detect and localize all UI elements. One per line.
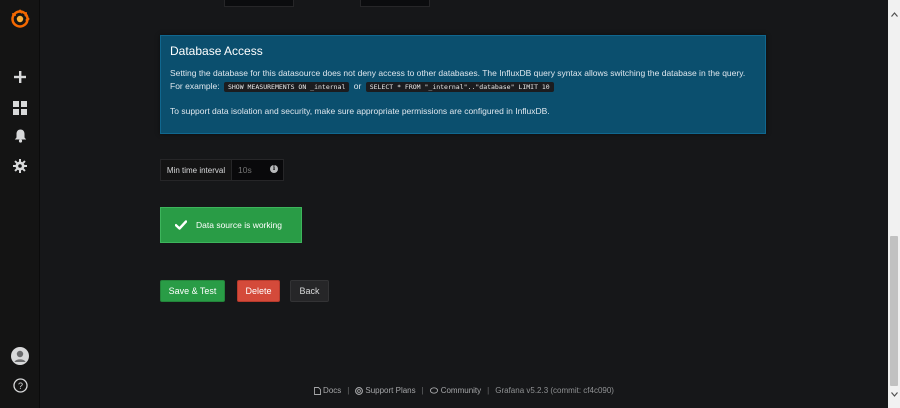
checkmark-icon xyxy=(175,220,187,230)
user-avatar-icon[interactable] xyxy=(0,342,40,370)
min-time-interval-label: Min time interval xyxy=(160,159,232,181)
comments-icon xyxy=(429,386,438,394)
code-example-2: SELECT * FROM "_internal".."database" LI… xyxy=(365,82,554,92)
footer-separator: | xyxy=(347,386,350,395)
info-title: Database Access xyxy=(170,44,263,58)
dashboards-icon[interactable] xyxy=(0,94,40,122)
success-alert: Data source is working xyxy=(160,207,302,243)
code-example-1: SHOW MEASUREMENTS ON _internal xyxy=(223,82,350,92)
footer: Docs | Support Plans | Community | Grafa… xyxy=(40,386,888,395)
scroll-up-arrow-icon[interactable] xyxy=(890,10,898,18)
or-text: or xyxy=(353,81,362,91)
scroll-down-arrow-icon[interactable] xyxy=(890,390,898,398)
grafana-logo-icon[interactable] xyxy=(0,4,40,34)
scroll-thumb[interactable] xyxy=(890,236,898,386)
main-content: Database Access Setting the database for… xyxy=(40,0,888,408)
sidebar: ? xyxy=(0,0,40,408)
vertical-scrollbar[interactable] xyxy=(888,0,900,408)
community-label: Community xyxy=(440,386,482,395)
info-line-1: Setting the database for this datasource… xyxy=(170,68,746,78)
document-icon xyxy=(314,386,321,395)
info-circle-icon[interactable]: i xyxy=(270,165,278,173)
delete-button[interactable]: Delete xyxy=(237,280,280,302)
alert-message: Data source is working xyxy=(196,220,282,230)
version-text: Grafana v5.2.3 (commit: cf4c090) xyxy=(495,386,614,395)
svg-text:?: ? xyxy=(17,381,22,391)
support-icon xyxy=(355,386,364,395)
example-prefix: For example: xyxy=(170,81,220,91)
info-text: Setting the database for this datasource… xyxy=(170,67,756,118)
footer-separator: | xyxy=(421,386,424,395)
top-field-stub xyxy=(360,0,430,7)
database-access-info-box: Database Access Setting the database for… xyxy=(160,35,766,134)
footer-separator: | xyxy=(487,386,490,395)
community-link[interactable]: Community xyxy=(429,386,482,395)
docs-link[interactable]: Docs xyxy=(314,386,341,395)
gear-icon[interactable] xyxy=(0,152,40,180)
support-plans-label: Support Plans xyxy=(365,386,416,395)
min-time-interval-row: Min time interval i xyxy=(160,159,284,181)
help-icon[interactable]: ? xyxy=(0,371,40,399)
support-plans-link[interactable]: Support Plans xyxy=(355,386,416,395)
bell-icon[interactable] xyxy=(0,122,40,150)
info-line-2: To support data isolation and security, … xyxy=(170,106,550,116)
docs-label: Docs xyxy=(323,386,342,395)
top-field-stub xyxy=(224,0,294,7)
back-button[interactable]: Back xyxy=(290,280,329,302)
plus-icon[interactable] xyxy=(0,63,40,91)
save-test-button[interactable]: Save & Test xyxy=(160,280,225,302)
